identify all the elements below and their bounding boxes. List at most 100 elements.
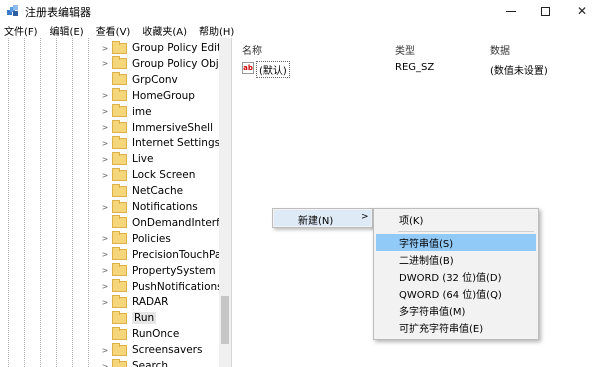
submenu-arrow-icon: >: [361, 212, 369, 222]
expand-chevron-icon[interactable]: >: [100, 155, 110, 164]
tree-guide-line: [24, 38, 25, 367]
tree-item[interactable]: > PropertySystem: [100, 263, 216, 279]
value-data: (数值未设置): [490, 66, 548, 77]
column-header-name[interactable]: 名称: [242, 42, 262, 57]
tree-item[interactable]: > HomeGroup: [100, 88, 195, 104]
submenu-item-string-value[interactable]: 字符串值(S): [376, 234, 536, 251]
tree-item-label: Lock Screen: [132, 169, 196, 182]
maximize-button[interactable]: [528, 0, 562, 22]
tree-item[interactable]: > PrecisionTouchPad: [100, 247, 228, 263]
expand-chevron-icon[interactable]: >: [100, 346, 110, 355]
submenu-item-multi-string-value[interactable]: 多字符串值(M): [376, 302, 536, 319]
tree-item[interactable]: > Search: [100, 358, 168, 367]
tree-guide-line: [56, 38, 57, 367]
folder-icon: [112, 120, 127, 133]
tree-item-label: Screensavers: [132, 344, 203, 357]
tree-item-label: Group Policy Editor: [132, 42, 232, 54]
menu-file[interactable]: 文件(F): [4, 23, 38, 38]
string-value-icon: ab: [242, 62, 254, 74]
tree-item[interactable]: OnDemandInterface: [100, 215, 231, 231]
tree-guide-line: [8, 38, 9, 367]
title-bar[interactable]: 注册表编辑器 ✕: [0, 0, 606, 22]
folder-icon: [112, 88, 127, 102]
menu-bar: 文件(F) 编辑(E) 查看(V) 收藏夹(A) 帮助(H): [0, 22, 606, 38]
tree-guide-line: [72, 38, 73, 367]
folder-icon: [112, 72, 127, 86]
tree-item[interactable]: > Lock Screen: [100, 167, 195, 183]
key-tree-pane[interactable]: > Group Policy Editor > Group Policy Objec G…: [0, 38, 232, 367]
context-menu-new-label: 新建(N): [298, 216, 334, 227]
value-row[interactable]: ab (默认) REG_SZ (数值未设置): [236, 60, 606, 78]
expand-chevron-icon[interactable]: >: [100, 123, 110, 132]
minimize-icon: [506, 10, 516, 12]
tree-item-label: Policies: [132, 232, 171, 245]
tree-item[interactable]: > ImmersiveShell: [100, 120, 213, 136]
expand-chevron-icon[interactable]: >: [100, 139, 110, 148]
tree-item[interactable]: > Group Policy Objec: [100, 56, 231, 72]
tree-item-label: Run: [132, 312, 157, 325]
menu-favorites[interactable]: 收藏夹(A): [142, 23, 187, 38]
tree-item[interactable]: > RADAR: [100, 294, 168, 310]
tree-item-label: PushNotifications: [132, 280, 223, 293]
expand-chevron-icon[interactable]: >: [100, 298, 110, 307]
tree-item[interactable]: > Live: [100, 151, 153, 167]
tree-item-label: NetCache: [132, 185, 184, 198]
tree-item-label: RADAR: [132, 296, 169, 309]
expand-chevron-icon[interactable]: >: [100, 362, 110, 367]
expand-chevron-icon[interactable]: >: [100, 44, 110, 53]
column-header-data[interactable]: 数据: [490, 42, 510, 57]
tree-item-label: ime: [132, 105, 152, 118]
tree-item[interactable]: > Internet Settings: [100, 135, 220, 151]
tree-item-label: Notifications: [132, 201, 198, 213]
tree-item[interactable]: > Notifications: [100, 199, 198, 215]
submenu-item-dword-value[interactable]: DWORD (32 位)值(D): [376, 268, 536, 285]
submenu-item-qword-value[interactable]: QWORD (64 位)值(Q): [376, 285, 536, 302]
tree-item-label: Search: [132, 360, 169, 367]
expand-chevron-icon[interactable]: >: [100, 250, 110, 259]
submenu-item-key[interactable]: 项(K): [376, 211, 536, 228]
menu-edit[interactable]: 编辑(E): [50, 23, 84, 38]
menu-separator: [398, 231, 534, 232]
tree-item[interactable]: Run: [100, 310, 157, 326]
expand-chevron-icon[interactable]: >: [100, 266, 110, 275]
folder-icon: [112, 231, 127, 245]
folder-icon: [112, 199, 127, 213]
tree-item[interactable]: > ime: [100, 104, 152, 120]
tree-item[interactable]: GrpConv: [100, 72, 178, 88]
close-button[interactable]: ✕: [565, 0, 599, 22]
expand-chevron-icon[interactable]: >: [100, 107, 110, 116]
tree-item-label: Group Policy Objec: [132, 57, 231, 70]
close-icon: ✕: [576, 4, 588, 18]
folder-icon: [112, 104, 127, 118]
tree-item-label: PrecisionTouchPad: [132, 248, 228, 261]
tree-item-label: GrpConv: [132, 73, 178, 86]
tree-item[interactable]: NetCache: [100, 183, 183, 199]
menu-view[interactable]: 查看(V): [96, 23, 131, 38]
folder-icon: [112, 135, 127, 149]
tree-item[interactable]: > Screensavers: [100, 342, 202, 358]
tree-item-label: ImmersiveShell: [132, 121, 214, 134]
tree-item-label: Live: [132, 153, 154, 166]
expand-chevron-icon[interactable]: >: [100, 282, 110, 291]
folder-icon: [112, 310, 127, 324]
minimize-button[interactable]: [494, 0, 528, 22]
tree-scrollbar[interactable]: [219, 38, 231, 367]
menu-help[interactable]: 帮助(H): [199, 23, 234, 38]
expand-chevron-icon[interactable]: >: [100, 203, 110, 212]
expand-chevron-icon[interactable]: >: [100, 91, 110, 100]
submenu-item-binary-value[interactable]: 二进制值(B): [376, 251, 536, 268]
folder-icon: [112, 215, 127, 229]
folder-icon: [112, 247, 127, 261]
column-header-type[interactable]: 类型: [395, 42, 415, 57]
expand-chevron-icon[interactable]: >: [100, 234, 110, 243]
submenu-item-expandable-string-value[interactable]: 可扩充字符串值(E): [376, 319, 536, 336]
tree-scrollbar-thumb[interactable]: [221, 296, 229, 344]
expand-chevron-icon[interactable]: >: [100, 59, 110, 68]
expand-chevron-icon[interactable]: >: [100, 171, 110, 180]
tree-item[interactable]: > Group Policy Editor: [100, 40, 232, 56]
tree-item[interactable]: RunOnce: [100, 326, 179, 342]
tree-item-label: Internet Settings: [132, 137, 221, 150]
tree-item[interactable]: > Policies: [100, 231, 171, 247]
folder-icon: [112, 263, 127, 277]
tree-item[interactable]: > PushNotifications: [100, 279, 223, 295]
